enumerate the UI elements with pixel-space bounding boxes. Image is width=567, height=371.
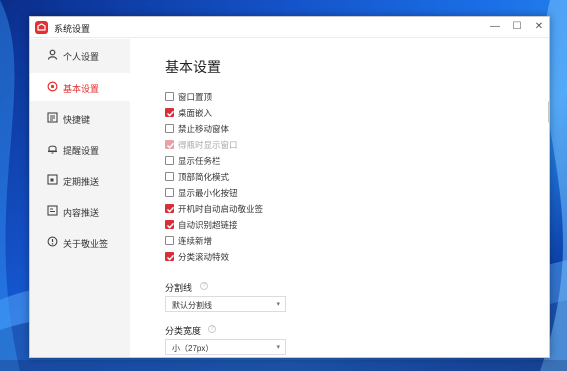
option-continuous-add[interactable]: 连续新增 — [165, 234, 365, 248]
option-label: 分类滚动特效 — [178, 252, 230, 262]
option-show-window-disabled: 得瓶时显示窗口 — [165, 138, 365, 152]
sidebar-item-reminders[interactable]: 提醒设置 — [30, 135, 130, 163]
option-label: 禁止移动窗体 — [178, 124, 230, 134]
sidebar-item-label: 定期推送 — [63, 177, 100, 187]
window-title: 系统设置 — [54, 24, 91, 34]
help-icon[interactable]: ? — [200, 282, 208, 290]
user-icon — [47, 49, 58, 60]
sidebar-item-shortcuts[interactable]: 快捷键 — [30, 104, 130, 132]
option-disable-move[interactable]: 禁止移动窗体 — [165, 122, 365, 136]
checkbox[interactable] — [165, 188, 174, 197]
divider-select-value: 默认分割线 — [172, 301, 212, 310]
option-label: 窗口置顶 — [178, 92, 213, 102]
sidebar-item-label: 快捷键 — [63, 115, 91, 125]
option-auto-start[interactable]: 开机时自动启动敬业签 — [165, 202, 365, 216]
category-width-select[interactable]: 小（27px） ▾ — [165, 339, 286, 355]
checkbox[interactable] — [165, 124, 174, 133]
option-label: 连续新增 — [178, 236, 213, 246]
settings-window: 系统设置 — ☐ ✕ 个人设置 基本设置 快捷键 提醒设置 定期推送 内容推送 — [29, 16, 550, 358]
bell-icon — [48, 145, 57, 154]
sidebar-item-label: 内容推送 — [63, 208, 100, 218]
checkbox[interactable] — [165, 92, 174, 101]
option-label: 得瓶时显示窗口 — [178, 140, 238, 150]
sidebar-item-label: 提醒设置 — [63, 146, 100, 156]
checkbox[interactable] — [165, 156, 174, 165]
option-label: 自动识别超链接 — [178, 220, 238, 230]
option-show-minimize[interactable]: 显示最小化按钮 — [165, 186, 365, 200]
calendar-icon — [47, 174, 58, 185]
help-icon[interactable]: ? — [208, 325, 216, 333]
checkbox[interactable] — [165, 108, 175, 117]
divider-select[interactable]: 默认分割线 ▾ — [165, 296, 286, 312]
scrollbar[interactable] — [548, 101, 549, 123]
checkmark-icon — [167, 206, 175, 213]
close-button[interactable]: ✕ — [529, 20, 549, 34]
sidebar-item-basic[interactable]: 基本设置 — [30, 73, 130, 101]
info-icon — [47, 236, 58, 247]
checkbox[interactable] — [165, 172, 174, 181]
option-label: 显示任务栏 — [178, 156, 221, 166]
sidebar-item-label: 关于敬业签 — [63, 239, 109, 249]
checkmark-icon — [167, 222, 175, 229]
option-show-taskbar[interactable]: 显示任务栏 — [165, 154, 365, 168]
checkmark-icon — [167, 110, 175, 117]
sidebar-item-about[interactable]: 关于敬业签 — [30, 228, 130, 256]
option-window-on-top[interactable]: 窗口置顶 — [165, 90, 365, 104]
checkbox[interactable] — [165, 252, 175, 261]
checkmark-icon — [167, 254, 175, 261]
category-width-section-label: 分类宽度 — [165, 326, 202, 336]
chevron-down-icon: ▾ — [276, 344, 280, 351]
checkbox[interactable] — [165, 220, 175, 229]
option-desktop-embed[interactable]: 桌面嵌入 — [165, 106, 365, 120]
checkbox[interactable] — [165, 236, 174, 245]
category-width-select-value: 小（27px） — [172, 344, 214, 353]
minimize-button[interactable]: — — [485, 20, 505, 34]
settings-panel: 基本设置 窗口置顶 桌面嵌入 禁止移动窗体 得瓶时显示窗口 显示任务栏 顶部简化… — [130, 39, 549, 357]
sidebar-item-scheduled-push[interactable]: 定期推送 — [30, 166, 130, 194]
sidebar: 个人设置 基本设置 快捷键 提醒设置 定期推送 内容推送 关于敬业签 — [30, 39, 130, 357]
sidebar-item-label: 个人设置 — [63, 52, 100, 62]
title-bar: 系统设置 — ☐ ✕ — [30, 17, 549, 38]
checkbox — [165, 140, 175, 149]
checkbox[interactable] — [165, 204, 175, 213]
option-simple-top-mode[interactable]: 顶部简化模式 — [165, 170, 365, 184]
option-label: 顶部简化模式 — [178, 172, 230, 182]
option-scroll-effect[interactable]: 分类滚动特效 — [165, 250, 365, 264]
divider-section-label: 分割线 — [165, 283, 193, 293]
sidebar-item-label: 基本设置 — [63, 84, 100, 94]
chevron-down-icon: ▾ — [276, 301, 280, 308]
content-icon — [47, 205, 58, 216]
sidebar-item-personal[interactable]: 个人设置 — [30, 41, 130, 69]
keyboard-icon — [47, 112, 58, 123]
app-logo-icon — [35, 21, 48, 34]
option-label: 显示最小化按钮 — [178, 188, 238, 198]
checkmark-icon — [167, 142, 175, 149]
option-label: 开机时自动启动敬业签 — [178, 204, 264, 214]
taskbar-edge — [0, 360, 567, 371]
option-label: 桌面嵌入 — [178, 108, 213, 118]
option-auto-link[interactable]: 自动识别超链接 — [165, 218, 365, 232]
maximize-button[interactable]: ☐ — [507, 20, 527, 34]
sidebar-item-content-push[interactable]: 内容推送 — [30, 197, 130, 225]
page-title: 基本设置 — [165, 59, 221, 75]
settings-icon — [47, 81, 58, 92]
